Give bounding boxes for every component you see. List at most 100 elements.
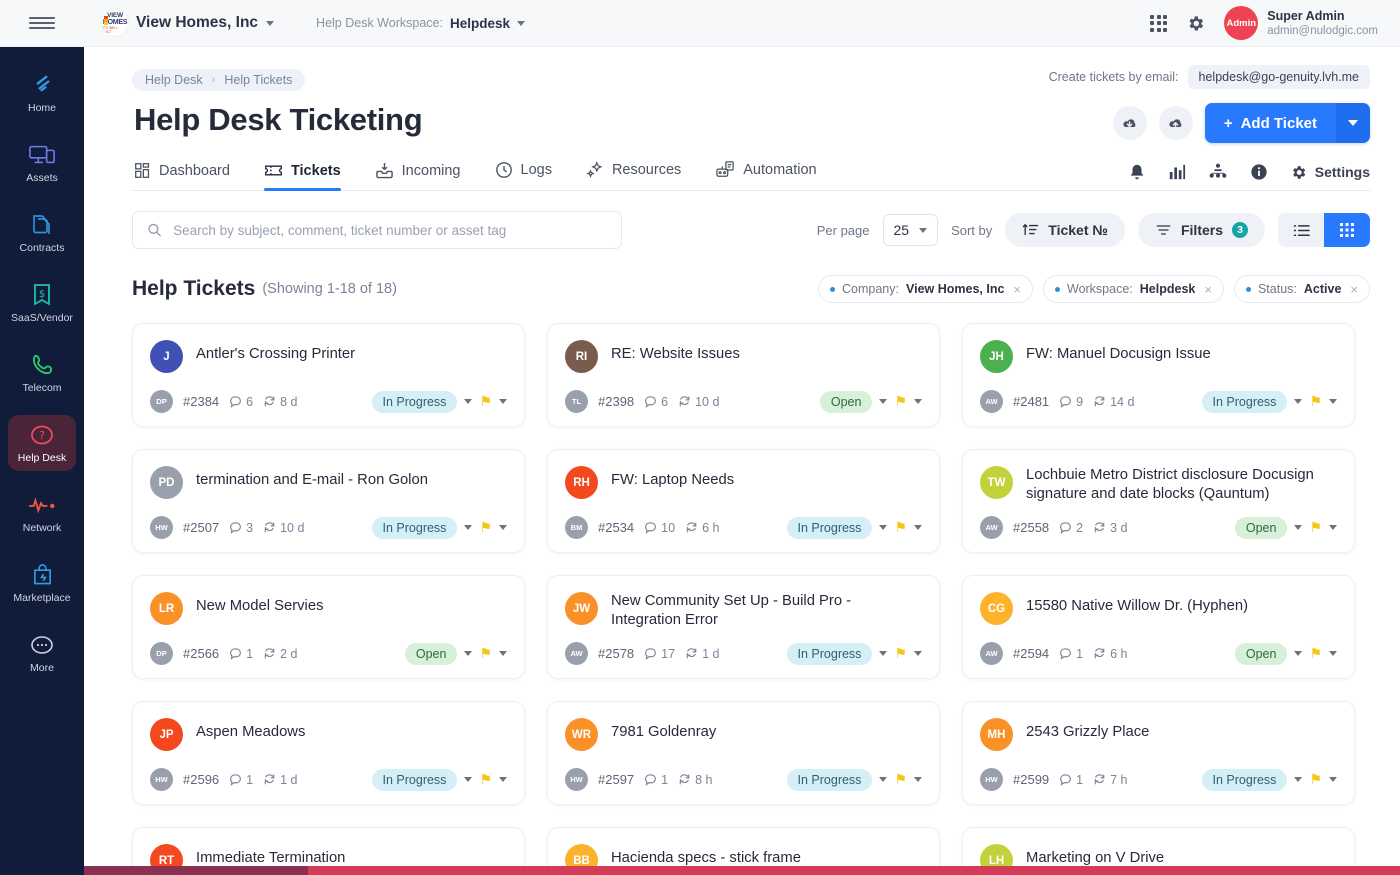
tab-incoming[interactable]: Incoming xyxy=(375,155,461,190)
status-chevron-down-icon[interactable] xyxy=(879,651,888,656)
tab-logs[interactable]: Logs xyxy=(495,154,552,190)
flag-chevron-down-icon[interactable] xyxy=(499,525,507,530)
flag-chevron-down-icon[interactable] xyxy=(1329,651,1337,656)
status-chevron-down-icon[interactable] xyxy=(1294,525,1303,530)
flag-chevron-down-icon[interactable] xyxy=(1329,525,1337,530)
per-page-select[interactable]: 25 xyxy=(882,214,939,246)
cloud-download-icon[interactable] xyxy=(1112,106,1147,140)
status-badge[interactable]: In Progress xyxy=(1201,390,1288,413)
status-chevron-down-icon[interactable] xyxy=(464,777,473,782)
tab-automation[interactable]: Automation xyxy=(715,154,817,190)
status-badge[interactable]: In Progress xyxy=(371,390,458,413)
sidebar-item-network[interactable]: Network xyxy=(8,485,76,541)
flag-chevron-down-icon[interactable] xyxy=(499,651,507,656)
flag-icon[interactable]: ⚑ xyxy=(479,771,492,788)
status-chevron-down-icon[interactable] xyxy=(1294,777,1303,782)
bell-icon[interactable] xyxy=(1128,163,1146,181)
sidebar-item-more[interactable]: More xyxy=(8,625,76,681)
status-badge[interactable]: Open xyxy=(1234,642,1288,665)
create-by-email-value[interactable]: helpdesk@go-genuity.lvh.me xyxy=(1187,65,1370,89)
flag-icon[interactable]: ⚑ xyxy=(1309,771,1322,788)
apps-grid-icon[interactable] xyxy=(1150,14,1168,32)
flag-icon[interactable]: ⚑ xyxy=(894,771,907,788)
hamburger-icon[interactable] xyxy=(0,0,84,47)
status-chevron-down-icon[interactable] xyxy=(1294,399,1303,404)
add-ticket-dropdown[interactable] xyxy=(1336,103,1370,143)
close-icon[interactable]: × xyxy=(1350,282,1358,297)
ticket-card[interactable]: LR New Model Servies DP #2566 1 2 d Open ⚑ xyxy=(132,575,525,679)
flag-chevron-down-icon[interactable] xyxy=(914,777,922,782)
sidebar-item-help-desk[interactable]: ? Help Desk xyxy=(8,415,76,471)
workspace-switcher[interactable]: Help Desk Workspace: Helpdesk xyxy=(316,16,525,31)
status-badge[interactable]: In Progress xyxy=(371,768,458,791)
flag-icon[interactable]: ⚑ xyxy=(1309,645,1322,662)
filter-chip-status[interactable]: Status: Active × xyxy=(1233,275,1370,303)
breadcrumb-item-help-tickets[interactable]: Help Tickets xyxy=(224,73,292,87)
add-ticket-button[interactable]: + Add Ticket xyxy=(1204,103,1370,143)
status-badge[interactable]: In Progress xyxy=(786,768,873,791)
filter-chip-workspace[interactable]: Workspace: Helpdesk × xyxy=(1043,275,1224,303)
flag-chevron-down-icon[interactable] xyxy=(1329,777,1337,782)
flag-icon[interactable]: ⚑ xyxy=(479,519,492,536)
ticket-card[interactable]: JP Aspen Meadows HW #2596 1 1 d In Progress ⚑ xyxy=(132,701,525,805)
flag-chevron-down-icon[interactable] xyxy=(1329,399,1337,404)
filter-chip-company[interactable]: Company: View Homes, Inc × xyxy=(818,275,1033,303)
breadcrumb-item-help-desk[interactable]: Help Desk xyxy=(145,73,203,87)
company-switcher[interactable]: VIEW HOMES IT'S WELL BUILT View Homes, I… xyxy=(102,10,275,36)
status-badge[interactable]: Open xyxy=(1234,516,1288,539)
status-chevron-down-icon[interactable] xyxy=(464,525,473,530)
search-input[interactable] xyxy=(173,222,607,238)
close-icon[interactable]: × xyxy=(1013,282,1021,297)
ticket-card[interactable]: JH FW: Manuel Docusign Issue AW #2481 9 14 d I… xyxy=(962,323,1355,427)
flag-icon[interactable]: ⚑ xyxy=(894,519,907,536)
status-badge[interactable]: Open xyxy=(404,642,458,665)
grid-view-button[interactable] xyxy=(1324,213,1370,247)
status-chevron-down-icon[interactable] xyxy=(879,399,888,404)
team-icon[interactable] xyxy=(1208,163,1228,181)
sort-by-button[interactable]: Ticket № xyxy=(1005,213,1125,247)
status-chevron-down-icon[interactable] xyxy=(1294,651,1303,656)
flag-icon[interactable]: ⚑ xyxy=(1309,519,1322,536)
status-badge[interactable]: In Progress xyxy=(371,516,458,539)
ticket-card[interactable]: RH FW: Laptop Needs BM #2534 10 6 h In Progres… xyxy=(547,449,940,553)
sidebar-item-contracts[interactable]: Contracts xyxy=(8,205,76,261)
gear-icon[interactable] xyxy=(1186,14,1205,33)
flag-chevron-down-icon[interactable] xyxy=(914,651,922,656)
ticket-card[interactable]: MH 2543 Grizzly Place HW #2599 1 7 h In Progre… xyxy=(962,701,1355,805)
flag-icon[interactable]: ⚑ xyxy=(894,645,907,662)
status-chevron-down-icon[interactable] xyxy=(879,777,888,782)
sidebar-item-telecom[interactable]: Telecom xyxy=(8,345,76,401)
info-icon[interactable] xyxy=(1250,163,1268,181)
ticket-card[interactable]: TW Lochbuie Metro District disclosure Doc… xyxy=(962,449,1355,553)
sidebar-item-assets[interactable]: Assets xyxy=(8,135,76,191)
flag-icon[interactable]: ⚑ xyxy=(894,393,907,410)
ticket-card[interactable]: CG 15580 Native Willow Dr. (Hyphen) AW #259… xyxy=(962,575,1355,679)
sidebar-item-marketplace[interactable]: Marketplace xyxy=(8,555,76,611)
list-view-button[interactable] xyxy=(1278,213,1324,247)
flag-chevron-down-icon[interactable] xyxy=(499,777,507,782)
status-badge[interactable]: In Progress xyxy=(1201,768,1288,791)
status-chevron-down-icon[interactable] xyxy=(464,651,473,656)
status-badge[interactable]: In Progress xyxy=(786,516,873,539)
flag-icon[interactable]: ⚑ xyxy=(479,393,492,410)
ticket-card[interactable]: PD termination and E-mail - Ron Golon HW #2… xyxy=(132,449,525,553)
close-icon[interactable]: × xyxy=(1204,282,1212,297)
flag-chevron-down-icon[interactable] xyxy=(914,399,922,404)
settings-button[interactable]: Settings xyxy=(1290,164,1370,181)
filters-button[interactable]: Filters 3 xyxy=(1137,213,1265,247)
tab-resources[interactable]: Resources xyxy=(586,154,681,190)
tab-tickets[interactable]: Tickets xyxy=(263,155,341,191)
cloud-upload-icon[interactable] xyxy=(1158,106,1193,140)
user-menu[interactable]: Admin Super Admin admin@nulodgic.com xyxy=(1224,6,1378,40)
tab-dashboard[interactable]: Dashboard xyxy=(134,155,230,190)
flag-chevron-down-icon[interactable] xyxy=(499,399,507,404)
sidebar-item-saas-vendor[interactable]: $ SaaS/Vendor xyxy=(8,275,76,331)
flag-chevron-down-icon[interactable] xyxy=(914,525,922,530)
ticket-card[interactable]: RI RE: Website Issues TL #2398 6 10 d Open ⚑ xyxy=(547,323,940,427)
flag-icon[interactable]: ⚑ xyxy=(479,645,492,662)
flag-icon[interactable]: ⚑ xyxy=(1309,393,1322,410)
status-chevron-down-icon[interactable] xyxy=(879,525,888,530)
status-badge[interactable]: In Progress xyxy=(786,642,873,665)
ticket-card[interactable]: JW New Community Set Up - Build Pro - Int… xyxy=(547,575,940,679)
ticket-card[interactable]: WR 7981 Goldenray HW #2597 1 8 h In Progress ⚑ xyxy=(547,701,940,805)
